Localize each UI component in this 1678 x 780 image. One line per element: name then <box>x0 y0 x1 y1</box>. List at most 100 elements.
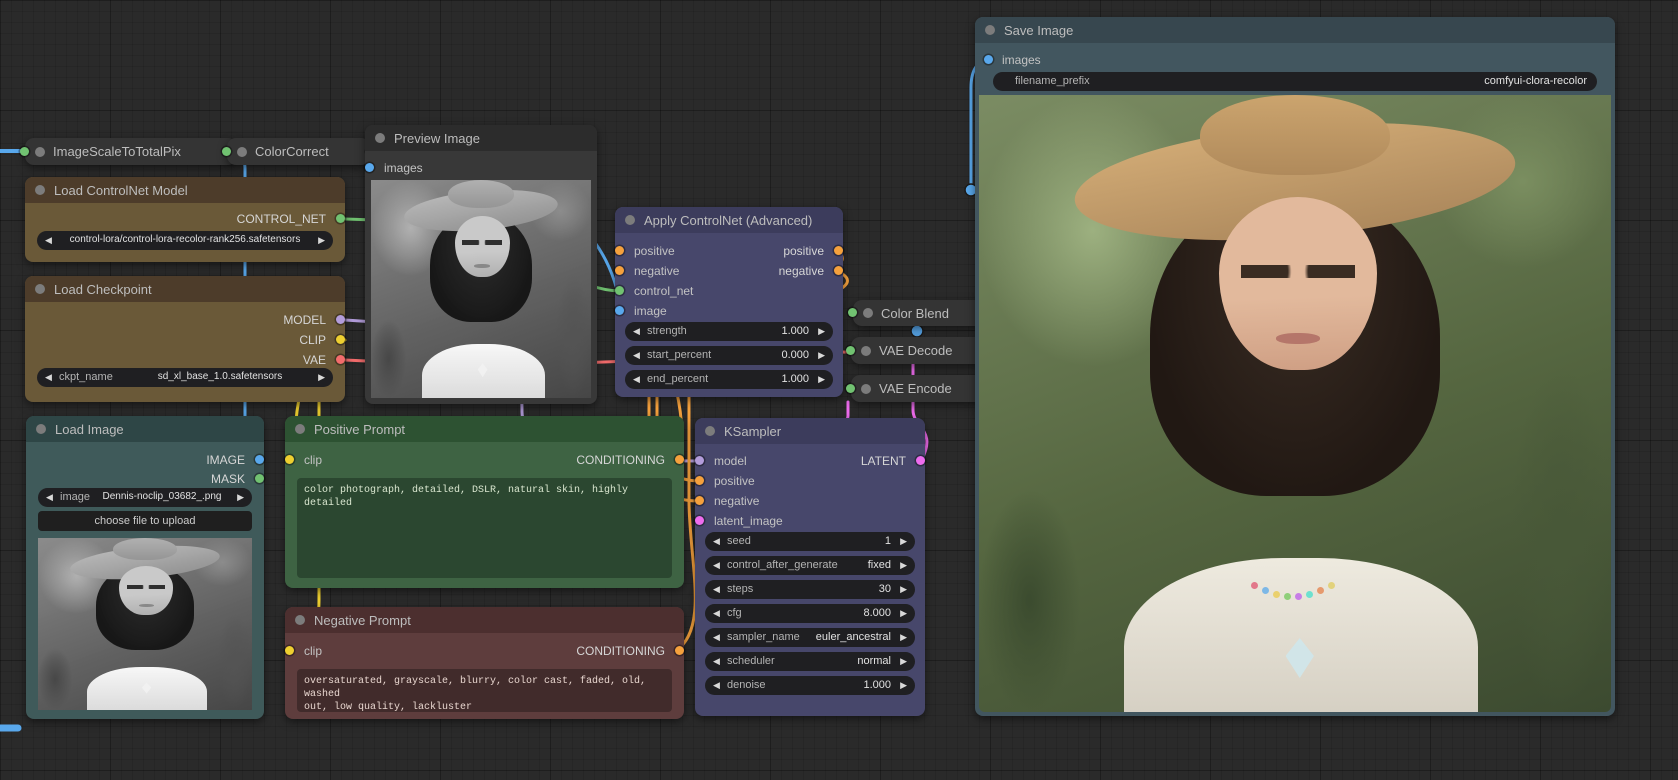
input-port-icon[interactable] <box>846 384 855 393</box>
node-titlebar[interactable]: KSampler <box>695 418 925 444</box>
collapse-dot-icon[interactable] <box>35 185 45 195</box>
output-port-clip[interactable] <box>336 335 345 344</box>
decrement-arrow-icon[interactable] <box>713 607 720 620</box>
collapse-dot-icon[interactable] <box>36 424 46 434</box>
output-port-latent[interactable] <box>916 456 925 465</box>
input-port-icon[interactable] <box>846 346 855 355</box>
output-port-vae[interactable] <box>336 355 345 364</box>
decrement-arrow-icon[interactable] <box>713 655 720 668</box>
decrement-arrow-icon[interactable] <box>713 631 720 644</box>
input-port-negative[interactable] <box>695 496 704 505</box>
decrement-arrow-icon[interactable] <box>713 535 720 548</box>
sampler-name-widget[interactable]: sampler_name euler_ancestral <box>705 628 915 647</box>
node-color-blend[interactable]: Color Blend <box>853 300 985 326</box>
node-color-correct[interactable]: ColorCorrect <box>227 138 370 165</box>
node-positive-prompt[interactable]: Positive Prompt clip CONDITIONING color … <box>285 416 684 588</box>
decrement-arrow-icon[interactable] <box>713 559 720 572</box>
steps-widget[interactable]: steps 30 <box>705 580 915 599</box>
collapse-dot-icon[interactable] <box>237 147 247 157</box>
decrement-arrow-icon[interactable] <box>46 491 53 504</box>
node-apply-controlnet[interactable]: Apply ControlNet (Advanced) positive pos… <box>615 207 843 397</box>
node-titlebar[interactable]: Apply ControlNet (Advanced) <box>615 207 843 233</box>
node-load-image[interactable]: Load Image IMAGE MASK image Dennis-nocli… <box>26 416 264 719</box>
node-titlebar[interactable]: Preview Image <box>365 125 597 151</box>
scheduler-widget[interactable]: scheduler normal <box>705 652 915 671</box>
collapse-dot-icon[interactable] <box>705 426 715 436</box>
input-port-latent-image[interactable] <box>695 516 704 525</box>
increment-arrow-icon[interactable] <box>900 631 907 644</box>
positive-prompt-textarea[interactable]: color photograph, detailed, DSLR, natura… <box>297 478 672 578</box>
decrement-arrow-icon[interactable] <box>633 349 640 362</box>
decrement-arrow-icon[interactable] <box>45 371 52 384</box>
node-vae-encode[interactable]: VAE Encode <box>851 375 985 402</box>
input-port-icon[interactable] <box>848 308 857 317</box>
input-port-clip[interactable] <box>285 646 294 655</box>
output-port-conditioning[interactable] <box>675 646 684 655</box>
node-titlebar[interactable]: Save Image <box>975 17 1615 43</box>
collapse-dot-icon[interactable] <box>295 424 305 434</box>
node-load-checkpoint[interactable]: Load Checkpoint MODEL CLIP VAE ckpt_name… <box>25 276 345 402</box>
control-net-name-widget[interactable]: control-lora/control-lora-recolor-rank25… <box>37 231 333 250</box>
increment-arrow-icon[interactable] <box>900 679 907 692</box>
increment-arrow-icon[interactable] <box>900 583 907 596</box>
input-port-images[interactable] <box>365 163 374 172</box>
increment-arrow-icon[interactable] <box>818 325 825 338</box>
input-port-image[interactable] <box>615 306 624 315</box>
node-save-image[interactable]: Save Image images filename_prefix comfyu… <box>975 17 1615 716</box>
decrement-arrow-icon[interactable] <box>633 325 640 338</box>
collapse-dot-icon[interactable] <box>861 346 871 356</box>
image-file-widget[interactable]: image Dennis-noclip_03682_.png <box>38 488 252 507</box>
start-percent-widget[interactable]: start_percent 0.000 <box>625 346 833 365</box>
node-preview-image[interactable]: Preview Image images <box>365 125 597 404</box>
node-titlebar[interactable]: Positive Prompt <box>285 416 684 442</box>
increment-arrow-icon[interactable] <box>900 535 907 548</box>
node-titlebar[interactable]: Load Checkpoint <box>25 276 345 302</box>
node-graph-canvas[interactable]: ImageScaleToTotalPix ColorCorrect Load C… <box>0 0 1678 780</box>
filename-prefix-widget[interactable]: filename_prefix comfyui-clora-recolor <box>993 72 1597 91</box>
collapse-dot-icon[interactable] <box>35 147 45 157</box>
node-titlebar[interactable]: Negative Prompt <box>285 607 684 633</box>
input-port-model[interactable] <box>695 456 704 465</box>
node-load-controlnet-model[interactable]: Load ControlNet Model CONTROL_NET contro… <box>25 177 345 262</box>
input-port-positive[interactable] <box>695 476 704 485</box>
collapse-dot-icon[interactable] <box>985 25 995 35</box>
decrement-arrow-icon[interactable] <box>713 583 720 596</box>
input-port-negative[interactable] <box>615 266 624 275</box>
input-port-clip[interactable] <box>285 455 294 464</box>
denoise-widget[interactable]: denoise 1.000 <box>705 676 915 695</box>
control-after-generate-widget[interactable]: control_after_generate fixed <box>705 556 915 575</box>
input-port-positive[interactable] <box>615 246 624 255</box>
increment-arrow-icon[interactable] <box>237 491 244 504</box>
increment-arrow-icon[interactable] <box>318 371 325 384</box>
output-port-mask[interactable] <box>255 474 264 483</box>
decrement-arrow-icon[interactable] <box>713 679 720 692</box>
strength-widget[interactable]: strength 1.000 <box>625 322 833 341</box>
output-port-model[interactable] <box>336 315 345 324</box>
collapse-dot-icon[interactable] <box>295 615 305 625</box>
collapse-dot-icon[interactable] <box>863 308 873 318</box>
increment-arrow-icon[interactable] <box>900 655 907 668</box>
node-vae-decode[interactable]: VAE Decode <box>851 337 985 364</box>
choose-file-button[interactable]: choose file to upload <box>38 511 252 531</box>
node-negative-prompt[interactable]: Negative Prompt clip CONDITIONING oversa… <box>285 607 684 719</box>
node-image-scale-to-total-pix[interactable]: ImageScaleToTotalPix <box>25 138 237 165</box>
input-port-images[interactable] <box>984 55 993 64</box>
increment-arrow-icon[interactable] <box>900 559 907 572</box>
input-port-control-net[interactable] <box>615 286 624 295</box>
output-port-image[interactable] <box>255 455 264 464</box>
ckpt-name-widget[interactable]: ckpt_name sd_xl_base_1.0.safetensors <box>37 368 333 387</box>
input-port-icon[interactable] <box>222 147 231 156</box>
increment-arrow-icon[interactable] <box>318 234 325 247</box>
output-port-positive[interactable] <box>834 246 843 255</box>
node-ksampler[interactable]: KSampler model LATENT positive negative … <box>695 418 925 716</box>
cfg-widget[interactable]: cfg 8.000 <box>705 604 915 623</box>
negative-prompt-textarea[interactable]: oversaturated, grayscale, blurry, color … <box>297 669 672 712</box>
node-titlebar[interactable]: Load Image <box>26 416 264 442</box>
increment-arrow-icon[interactable] <box>818 373 825 386</box>
output-port-control-net[interactable] <box>336 214 345 223</box>
decrement-arrow-icon[interactable] <box>633 373 640 386</box>
increment-arrow-icon[interactable] <box>900 607 907 620</box>
node-titlebar[interactable]: Load ControlNet Model <box>25 177 345 203</box>
increment-arrow-icon[interactable] <box>818 349 825 362</box>
collapse-dot-icon[interactable] <box>625 215 635 225</box>
